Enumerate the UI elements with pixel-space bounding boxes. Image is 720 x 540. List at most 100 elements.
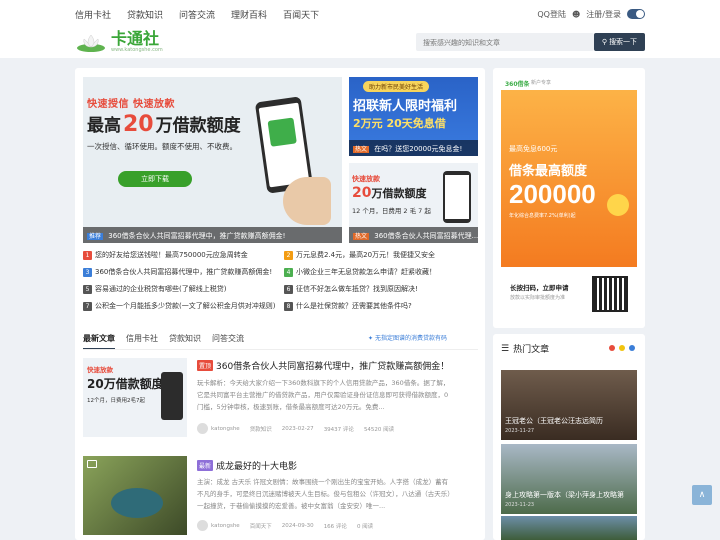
news-item[interactable]: 1 您的好友给您送钱啦！最高750000元应急周转金 xyxy=(83,250,248,260)
banner-main-tag: 推荐 xyxy=(87,233,104,240)
avatar xyxy=(197,520,208,531)
news-item[interactable]: 3 360借条合伙人共同富招募代理中，推广贷款赚高额佣金! xyxy=(83,267,272,277)
news-text: 什么是社保贷款？还需要其他条件吗? xyxy=(296,302,412,310)
news-text: 万元息费2.4元，最高20万元！我便捷又安全 xyxy=(296,251,436,259)
news-item[interactable]: 6 征信不好怎么做车抵贷？找到原因解决! xyxy=(284,284,418,294)
banner-top-right-caption: 在吗？送您20000元免息金! xyxy=(374,145,463,153)
article-author[interactable]: katongshe xyxy=(197,520,240,531)
thumb-line2: 20万借款额度 xyxy=(87,377,164,391)
article-tag: 置顶 xyxy=(197,360,214,371)
banner-top-right-caption-bar: 热文 在吗？送您20000元免息金! xyxy=(349,140,478,156)
thumb-line1: 快速放款 xyxy=(87,366,113,374)
banner-bottom-right-caption: 360借条合伙人共同富招募代理... xyxy=(374,232,478,240)
image-icon xyxy=(87,460,97,468)
news-num: 6 xyxy=(284,284,293,294)
banner-main[interactable]: 快速授信 快速放款 最高 20 万借款额度 一次授信、循环使用。额度不使用、不收… xyxy=(83,77,342,243)
article-title-row[interactable]: 最新 成龙最好的十大电影 xyxy=(197,459,297,472)
tab-latest[interactable]: 最新文章 xyxy=(83,333,115,350)
banner-main-num: 20 xyxy=(123,112,154,137)
news-num: 1 xyxy=(83,250,92,260)
news-item[interactable]: 7 公积金一个月能抵多少贷款(一文了解公积金月供对冲规则) xyxy=(83,301,275,311)
nav-item-loan[interactable]: 贷款知识 xyxy=(127,8,163,21)
banner-bottom-right-post: 万借款额度 xyxy=(371,187,427,200)
scroll-top-button[interactable]: ∧ xyxy=(692,485,712,505)
sidebar-ad[interactable]: 360借条 新户专享 最高免息600元 借条最高额度 200000 年化综合息费… xyxy=(501,76,637,267)
news-text: 容易通过的企业税贷有哪些(了解线上税贷) xyxy=(95,285,227,293)
tab-credit-card[interactable]: 信用卡社 xyxy=(126,333,158,350)
thumb-line3: 12个月，日费用2毛7起 xyxy=(87,398,145,404)
hot-article-caption: 身上攻略第一版本（梁小萍身上攻略第 2023-11-23 xyxy=(505,490,624,510)
news-item[interactable]: 8 什么是社保贷款？还需要其他条件吗? xyxy=(284,301,412,311)
qr-title: 长按扫码，立即申请 xyxy=(510,284,569,292)
news-item[interactable]: 5 容易通过的企业税贷有哪些(了解线上税贷) xyxy=(83,284,226,294)
banner-bottom-right[interactable]: 快速放款 20 万借款额度 12 个月，日费用 2 毛 7 起 热文 360借条… xyxy=(349,163,478,243)
article-category[interactable]: 百闻天下 xyxy=(250,522,272,530)
hot-article-title: 王冠老公（王冠老公汪志远简历 xyxy=(505,417,603,425)
ad-line2: 借条最高额度 xyxy=(509,164,588,179)
ad-brand-tag: 新户专享 xyxy=(531,80,552,86)
logo[interactable]: 卡通社 www.katongshe.com xyxy=(75,28,163,56)
lotus-logo-icon xyxy=(77,34,105,52)
coin-icon xyxy=(607,194,629,216)
tab-loan[interactable]: 贷款知识 xyxy=(169,333,201,350)
tabs-side-link-text: 无指定图谱的消费贷款有码 xyxy=(374,335,447,342)
dot-blue-icon xyxy=(629,345,635,351)
search-input[interactable]: 搜索感兴趣的知识和文章 xyxy=(416,33,594,51)
hot-article-card[interactable]: 王冠老公（王冠老公汪志远简历 2023-11-27 xyxy=(501,370,637,440)
list-icon: ☰ xyxy=(501,343,510,354)
dot-yellow-icon xyxy=(619,345,625,351)
thumb-phone xyxy=(161,372,183,420)
news-item[interactable]: 4 小微企业三年无息贷款怎么申请？赶紧收藏！ xyxy=(284,267,436,277)
banner-main-amount: 最高 20 万借款额度 xyxy=(87,111,241,137)
search-button[interactable]: ⚲ 搜索一下 xyxy=(594,33,645,51)
banner-top-right-tag: 热文 xyxy=(353,146,370,153)
news-num: 7 xyxy=(83,301,92,311)
nav-item-finance[interactable]: 理财百科 xyxy=(231,8,267,21)
news-num: 5 xyxy=(83,284,92,294)
tab-qa[interactable]: 问答交流 xyxy=(212,333,244,350)
article-thumbnail[interactable] xyxy=(83,456,187,535)
nav-item-news[interactable]: 百闻天下 xyxy=(283,8,319,21)
article-comments: 166 评论 xyxy=(323,523,347,530)
banner-main-caption-bar: 推荐 360借条合伙人共同富招募代理中，推广贷款赚高额佣金! xyxy=(83,227,342,243)
qr-subtitle: 放款以实际审批额度为准 xyxy=(510,295,566,301)
avatar xyxy=(197,423,208,434)
author-name: katongshe xyxy=(211,522,240,529)
banner-bottom-right-amount: 20 万借款额度 xyxy=(352,185,426,201)
theme-toggle[interactable] xyxy=(627,9,645,19)
tabs-side-link[interactable]: ✦ 无指定图谱的消费贷款有码 xyxy=(368,333,447,342)
top-nav: 信用卡社 贷款知识 问答交流 理财百科 百闻天下 xyxy=(75,0,319,28)
hot-articles-heading: ☰ 热门文章 xyxy=(501,342,549,356)
hot-article-card[interactable]: 身上攻略第一版本（梁小萍身上攻略第 2023-11-23 xyxy=(501,444,637,514)
register-login-link[interactable]: 注册/登录 xyxy=(586,9,621,20)
news-text: 小微企业三年无息贷款怎么申请？赶紧收藏！ xyxy=(296,268,436,276)
news-text: 您的好友给您送钱啦！最高750000元应急周转金 xyxy=(95,251,248,259)
article-category[interactable]: 贷款知识 xyxy=(250,425,272,433)
article-author[interactable]: katongshe xyxy=(197,423,240,434)
article-thumbnail[interactable]: 快速放款 20万借款额度 12个月，日费用2毛7起 xyxy=(83,358,187,437)
banner-bottom-right-tag: 热文 xyxy=(353,233,370,240)
article-excerpt: 主演：成龙 古天乐 许冠文剧情：故事围绕一个刚出生的宝宝开始。人字搭（成龙）蓄有… xyxy=(197,478,451,510)
banner-top-right-label: 助力新市民美好生活 xyxy=(363,81,430,92)
news-item[interactable]: 2 万元息费2.4元，最高20万元！我便捷又安全 xyxy=(284,250,435,260)
nav-item-credit-card[interactable]: 信用卡社 xyxy=(75,8,111,21)
banner-download-button[interactable]: 立即下载 xyxy=(118,171,192,187)
article-tabs: 最新文章 信用卡社 贷款知识 问答交流 xyxy=(83,333,244,350)
user-icon: ☻ xyxy=(571,9,581,19)
article-date: 2023-02-27 xyxy=(281,425,314,432)
article-date: 2024-09-30 xyxy=(281,522,314,529)
qr-code-icon[interactable] xyxy=(592,276,628,312)
nav-item-qa[interactable]: 问答交流 xyxy=(179,8,215,21)
qq-login-link[interactable]: QQ登陆 xyxy=(537,9,566,20)
news-text: 公积金一个月能抵多少贷款(一文了解公积金月供对冲规则) xyxy=(95,302,276,310)
banner-main-pre: 最高 xyxy=(87,116,121,136)
article-title-row[interactable]: 置顶 360借条合伙人共同富招募代理中，推广贷款赚高额佣金！ xyxy=(197,359,449,372)
news-num: 8 xyxy=(284,301,293,311)
author-name: katongshe xyxy=(211,425,240,432)
article-comments: 39437 评论 xyxy=(323,426,354,433)
banner-bottom-right-l1: 快速放款 xyxy=(352,175,380,183)
hot-article-date: 2023-11-27 xyxy=(505,428,535,434)
banner-top-right[interactable]: 助力新市民美好生活 招联新人限时福利 2万元 20天免息借 热文 在吗？送您20… xyxy=(349,77,478,156)
hot-article-card[interactable] xyxy=(501,516,637,540)
banner-top-right-big: 招联新人限时福利 xyxy=(353,99,458,114)
